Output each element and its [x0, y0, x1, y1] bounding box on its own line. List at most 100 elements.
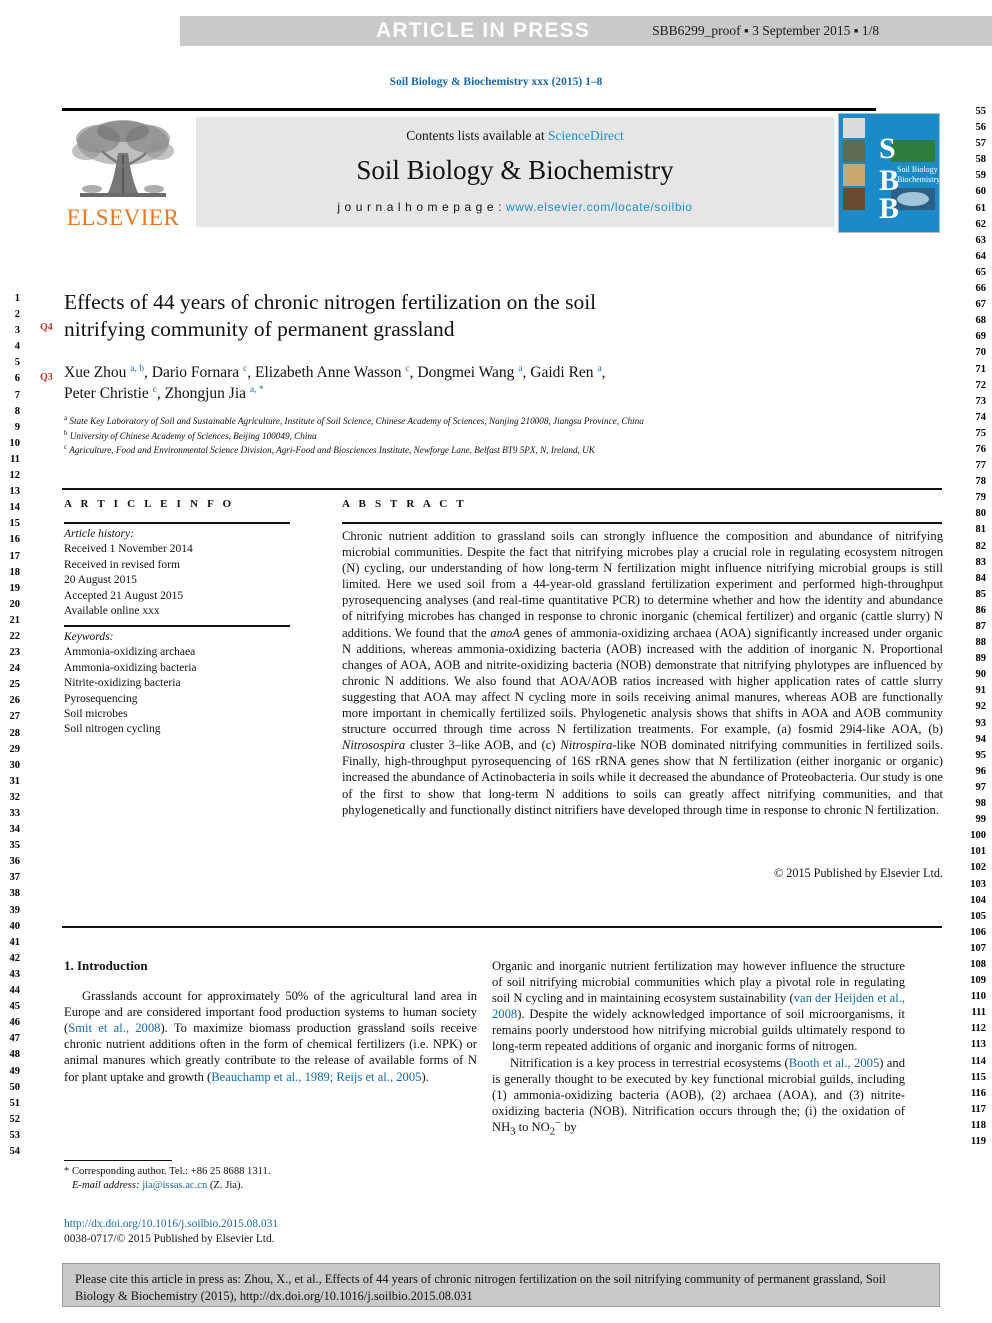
line-number: 1: [14, 293, 20, 304]
line-number: 7: [14, 389, 20, 401]
line-number: 89: [975, 653, 987, 665]
line-number: 18: [9, 566, 21, 578]
keyword-item: Nitrite-oxidizing bacteria: [64, 677, 181, 690]
line-number: 53: [9, 1129, 21, 1141]
journal-masthead: ELSEVIER Contents lists available at Sci…: [62, 113, 942, 233]
line-number: 65: [975, 266, 987, 278]
query-mark-q3[interactable]: Q3: [40, 372, 53, 383]
abstract-part-2: genes of ammonia-oxidizing archaea (AOA)…: [342, 625, 943, 737]
line-number: 46: [9, 1017, 21, 1029]
line-number: 36: [9, 856, 21, 868]
citation-link-booth[interactable]: Booth et al., 2005: [789, 1056, 880, 1070]
line-number: 93: [975, 717, 987, 729]
body-column-left: 1. Introduction Grasslands account for a…: [64, 958, 477, 1085]
line-number: 57: [975, 138, 987, 150]
line-number: 43: [9, 968, 21, 980]
abstract-part-3: cluster 3–like AOB, and (c): [405, 738, 561, 753]
intro-right-text-e: to NO: [515, 1119, 550, 1134]
keyword-item: Pyrosequencing: [64, 692, 138, 705]
doi-block: http://dx.doi.org/10.1016/j.soilbio.2015…: [64, 1217, 477, 1247]
body-column-right: Organic and inorganic nutrient fertiliza…: [492, 958, 905, 1137]
intro-paragraph-left: Grasslands account for approximately 50%…: [64, 988, 477, 1085]
line-number: 8: [14, 405, 20, 417]
abstract-italic-amoa: amoA: [490, 625, 520, 640]
line-number: 2: [14, 309, 20, 321]
line-number: 33: [9, 808, 21, 819]
line-number: 25: [9, 679, 21, 691]
line-number: 22: [9, 630, 21, 642]
line-number: 91: [975, 685, 987, 697]
abstract-heading: A B S T R A C T: [342, 498, 467, 510]
line-number: 45: [9, 1001, 21, 1013]
line-number: 67: [975, 299, 987, 311]
affiliation-mark: a: [64, 413, 68, 422]
email-label: E-mail address:: [71, 1180, 140, 1191]
line-number: 60: [975, 186, 987, 198]
intro-left-text-c: ).: [421, 1069, 429, 1084]
doi-link[interactable]: http://dx.doi.org/10.1016/j.soilbio.2015…: [64, 1218, 278, 1230]
article-in-press-label: ARTICLE IN PRESS: [376, 19, 591, 42]
corresponding-author-note: * Corresponding author. Tel.: +86 25 868…: [64, 1166, 271, 1177]
line-number: 112: [970, 1023, 986, 1035]
title-block: Effects of 44 years of chronic nitrogen …: [64, 289, 944, 343]
homepage-url-link[interactable]: www.elsevier.com/locate/soilbio: [506, 200, 693, 214]
line-number: 50: [9, 1081, 21, 1093]
line-number: 24: [9, 663, 21, 675]
line-number: 59: [975, 170, 987, 182]
line-number: 37: [9, 872, 21, 884]
article-info-rule-1: [64, 522, 290, 524]
line-number: 26: [9, 695, 21, 707]
line-number: 70: [975, 347, 987, 359]
intro-right-text-f: by: [560, 1119, 577, 1134]
line-number: 80: [975, 508, 987, 520]
history-item: Received 1 November 2014: [64, 543, 193, 556]
line-number: 34: [9, 824, 21, 836]
line-number: 9: [14, 421, 20, 433]
line-number: 92: [975, 701, 987, 713]
line-number: 4: [14, 341, 20, 353]
article-history-label: Article history:: [64, 528, 134, 540]
line-number: 56: [975, 122, 987, 134]
intro-paragraph-right-1: Organic and inorganic nutrient fertiliza…: [492, 958, 905, 1055]
line-number: 106: [970, 926, 986, 938]
line-number: 21: [9, 614, 21, 626]
line-number: 23: [9, 647, 21, 659]
intro-right-text-b: ). Despite the widely acknowledged impor…: [492, 1007, 905, 1054]
abstract-band-top-rule: [62, 488, 942, 490]
citation-link-smit[interactable]: Smit et al., 2008: [68, 1021, 160, 1035]
line-number: 61: [975, 202, 987, 214]
journal-running-head: Soil Biology & Biochemistry xxx (2015) 1…: [389, 76, 603, 88]
line-number: 19: [9, 582, 21, 594]
sciencedirect-link[interactable]: ScienceDirect: [548, 128, 624, 143]
line-number: 101: [970, 846, 986, 858]
line-number: 15: [9, 518, 21, 530]
abstract-rule: [342, 522, 942, 524]
footnote-rule: [64, 1160, 172, 1161]
line-number: 81: [975, 524, 987, 536]
line-number: 47: [9, 1033, 21, 1045]
line-number: 74: [975, 411, 987, 423]
line-number: 104: [970, 894, 986, 906]
masthead-panel: Contents lists available at ScienceDirec…: [196, 117, 834, 227]
history-item: Received in revised form: [64, 558, 180, 571]
please-cite-box: Please cite this article in press as: Zh…: [62, 1263, 940, 1307]
citation-link-beauchamp-reijs[interactable]: Beauchamp et al., 1989; Reijs et al., 20…: [211, 1070, 421, 1084]
abstract-italic-nitrosospira: Nitrosospira: [342, 738, 406, 753]
line-number: 97: [975, 781, 987, 793]
query-mark-q4[interactable]: Q4: [40, 322, 53, 333]
cover-artwork: S B B Soil Biology & Biochemistry: [839, 114, 939, 232]
section-heading-introduction: 1. Introduction: [64, 958, 148, 973]
svg-text:S: S: [879, 132, 896, 165]
affiliation-text: Agriculture, Food and Environmental Scie…: [69, 445, 595, 456]
abstract-copyright: © 2015 Published by Elsevier Ltd.: [773, 866, 943, 880]
abstract-italic-nitrospira: Nitrospira: [560, 738, 613, 753]
line-number: 11: [10, 453, 20, 465]
email-link[interactable]: jia@issas.ac.cn: [142, 1180, 207, 1191]
affiliation-mark: b: [64, 428, 68, 437]
svg-text:Soil Biology &: Soil Biology &: [897, 165, 939, 174]
line-number: 35: [9, 840, 21, 852]
line-number: 117: [970, 1103, 986, 1115]
line-number: 95: [975, 749, 987, 761]
affiliation-item: a State Key Laboratory of Soil and Susta…: [64, 414, 944, 429]
line-number: 85: [975, 588, 987, 600]
